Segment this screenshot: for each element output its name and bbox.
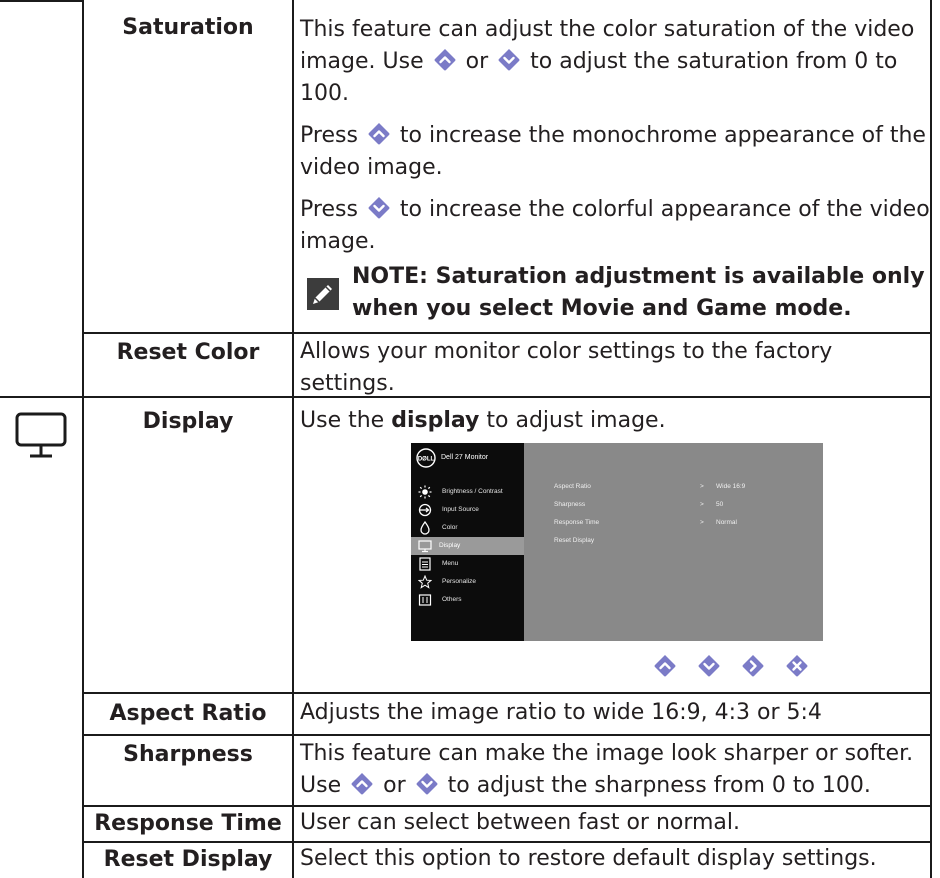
osd-menu-item-menu: Menu [414,555,524,573]
up-button-icon [350,772,374,796]
response-time-description: User can select between fast or normal. [300,810,741,835]
aspect-ratio-label: Aspect Ratio [109,701,267,726]
close-button-icon [785,654,809,678]
reset-display-label: Reset Display [103,847,273,872]
saturation-paragraph-2: Press to increase the monochrome appeara… [300,122,926,180]
sharpness-description: This feature can make the image look sha… [300,741,914,798]
osd-menu-item-personalize: Personalize [414,573,524,591]
reset-display-description: Select this option to restore default di… [300,846,877,871]
star-icon [418,575,432,589]
display-label: Display [142,409,234,434]
monitor-icon [15,412,67,458]
osd-setting-aspect-ratio: Aspect Ratio > Wide 16:9 [554,483,746,490]
dell-logo: DØLL [416,448,436,468]
osd-menu-item-color: Color [414,519,524,537]
osd-title: Dell 27 Monitor [441,454,489,461]
note-pencil-icon [307,278,339,310]
saturation-paragraph-3: Press to increase the colorful appearanc… [300,196,930,254]
osd-menu-item-others: Others [414,591,524,609]
display-description: Use the display to adjust image. [300,408,666,433]
up-button-icon [367,122,391,146]
sharpness-label: Sharpness [123,742,253,767]
display-icon [418,540,432,553]
svg-text:DØLL: DØLL [418,456,435,462]
up-button-icon [433,48,457,72]
osd-menu-item-input-source: Input Source [414,501,524,519]
right-button-icon [741,654,765,678]
saturation-label: Saturation [122,15,254,40]
brightness-icon [418,485,432,499]
reset-color-label: Reset Color [116,340,260,365]
osd-menu-item-brightness: Brightness / Contrast [414,483,524,501]
osd-menu-item-display: Display [411,537,524,555]
saturation-paragraph-1: This feature can adjust the color satura… [300,17,915,106]
saturation-description: This feature can adjust the color satura… [300,14,930,110]
osd-setting-reset-display: Reset Display [554,537,595,544]
menu-icon [419,557,431,571]
down-button-icon [697,654,721,678]
note-text: NOTE: Saturation adjustment is available… [352,264,925,321]
down-button-icon [415,772,439,796]
reset-color-description: Allows your monitor color settings to th… [300,339,833,396]
down-button-icon [367,196,391,220]
osd-sidebar: DØLL Dell 27 Monitor Brightness / Contra… [411,443,524,641]
response-time-label: Response Time [94,811,282,836]
others-icon [418,594,432,606]
osd-setting-response-time: Response Time > Normal [554,519,737,526]
osd-nav-buttons [653,654,823,678]
aspect-ratio-description: Adjusts the image ratio to wide 16:9, 4:… [300,700,822,725]
color-icon [420,521,430,535]
osd-menu-screenshot: DØLL Dell 27 Monitor Brightness / Contra… [411,443,823,641]
down-button-icon [497,48,521,72]
osd-setting-sharpness: Sharpness >50 [554,501,724,508]
up-button-icon [653,654,677,678]
input-source-icon [418,503,432,517]
